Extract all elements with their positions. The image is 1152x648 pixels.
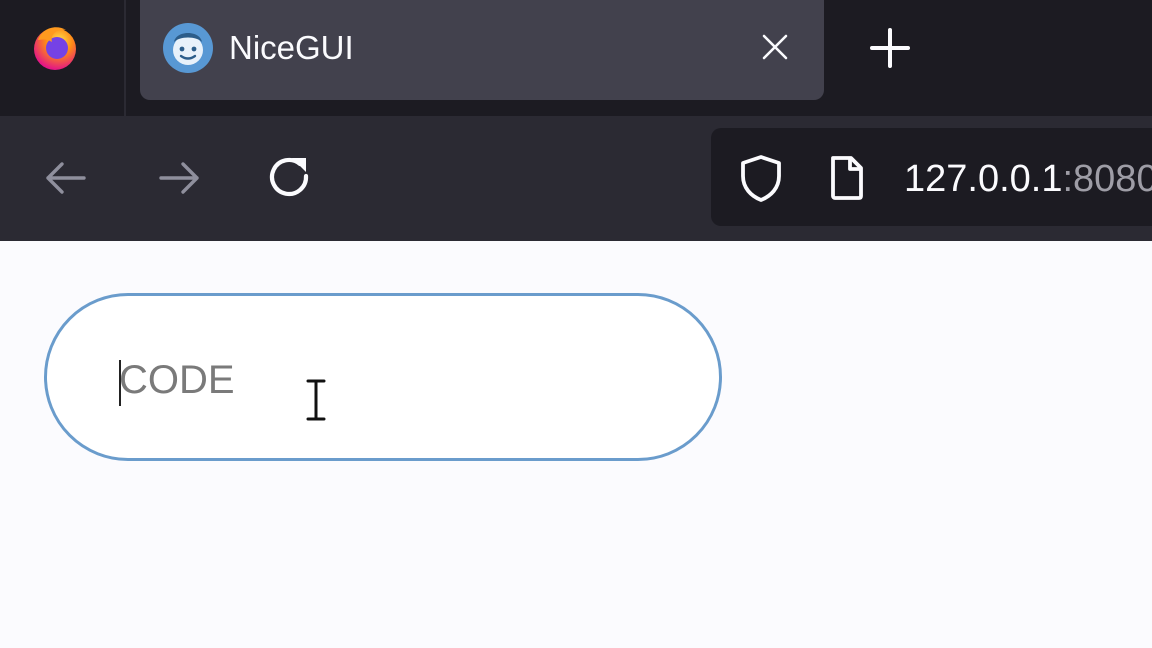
close-icon[interactable] [758, 30, 792, 64]
url-host: 127.0.0.1 [904, 158, 1063, 200]
ibeam-cursor-icon [306, 379, 326, 421]
tab-separator [124, 0, 126, 116]
page-content [0, 241, 1152, 648]
shield-icon[interactable] [735, 152, 787, 204]
code-input-container[interactable] [44, 293, 722, 461]
code-input[interactable] [119, 354, 679, 406]
text-caret [119, 360, 121, 406]
url-port: :8080 [1062, 158, 1152, 200]
arrow-left-icon[interactable] [40, 152, 92, 204]
firefox-logo-icon[interactable] [30, 22, 80, 72]
url-text[interactable]: 127.0.0.1:8080 [904, 156, 1152, 202]
browser-window: NiceGUI 127.0.0.1:8080 CODE [0, 0, 1152, 648]
plus-icon[interactable] [866, 24, 914, 72]
arrow-right-icon[interactable] [153, 152, 205, 204]
nav-toolbar: 127.0.0.1:8080 [0, 116, 1152, 241]
url-bar[interactable]: 127.0.0.1:8080 [711, 128, 1152, 226]
tab-title: NiceGUI [229, 29, 354, 66]
tab-active[interactable]: NiceGUI [140, 0, 824, 100]
tab-strip: NiceGUI [0, 0, 1152, 116]
page-icon[interactable] [821, 152, 873, 204]
nicegui-logo-icon [163, 23, 213, 73]
reload-icon[interactable] [264, 152, 316, 204]
